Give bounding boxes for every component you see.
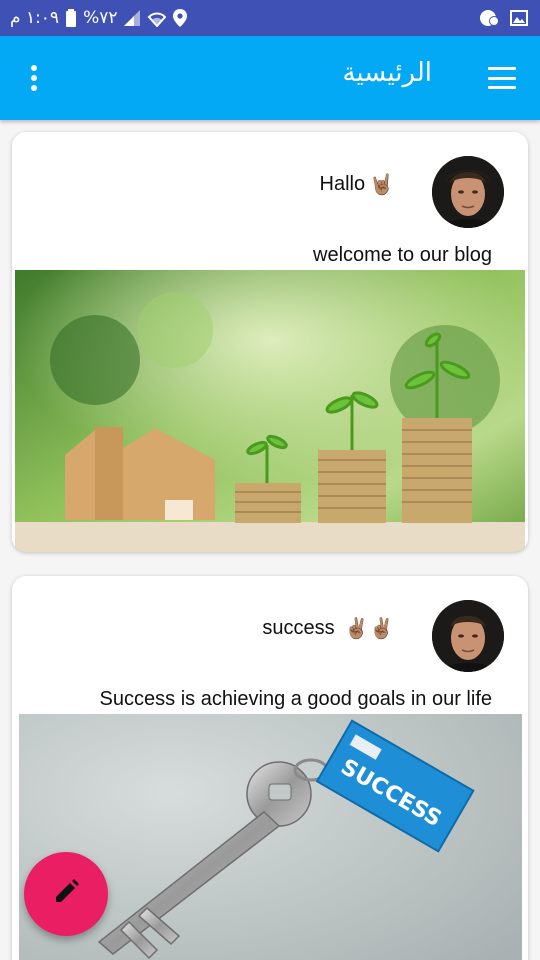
post-title: success ✌🏽✌🏽 bbox=[262, 616, 394, 641]
avatar[interactable] bbox=[432, 156, 504, 228]
notification-icon bbox=[480, 9, 500, 27]
victory-hand-emoji-icon: ✌🏽✌🏽 bbox=[344, 618, 394, 640]
avatar[interactable] bbox=[432, 600, 504, 672]
signal-icon bbox=[123, 9, 141, 27]
post-body: welcome to our blog bbox=[313, 244, 492, 266]
house-and-coins-photo[interactable] bbox=[15, 270, 525, 552]
status-right bbox=[480, 0, 528, 36]
pencil-icon bbox=[50, 876, 82, 912]
status-time: ١:٠٩ م bbox=[10, 8, 60, 28]
status-left: ١:٠٩ م %٧٢ bbox=[10, 0, 188, 36]
battery-icon bbox=[65, 9, 77, 27]
post-body: Success is achieving a good goals in our… bbox=[99, 688, 492, 710]
post-title-text: Hallo bbox=[319, 172, 366, 195]
page-title: الرئيسية bbox=[342, 58, 432, 88]
post-card[interactable]: Hallo 🤘🏽 welcome to our blog bbox=[12, 132, 528, 552]
location-icon bbox=[173, 9, 188, 27]
image-icon bbox=[510, 10, 528, 26]
more-vertical-icon[interactable] bbox=[20, 62, 48, 94]
app-bar: الرئيسية bbox=[0, 36, 540, 120]
hamburger-menu-icon[interactable] bbox=[482, 62, 522, 94]
rock-hand-emoji-icon: 🤘🏽 bbox=[369, 174, 394, 196]
compose-post-button[interactable] bbox=[24, 852, 108, 936]
post-title-text: success bbox=[262, 616, 335, 639]
post-title: Hallo 🤘🏽 bbox=[320, 172, 394, 197]
status-bar: ١:٠٩ م %٧٢ bbox=[0, 0, 540, 36]
status-battery: %٧٢ bbox=[83, 8, 118, 28]
wifi-icon bbox=[147, 9, 167, 27]
